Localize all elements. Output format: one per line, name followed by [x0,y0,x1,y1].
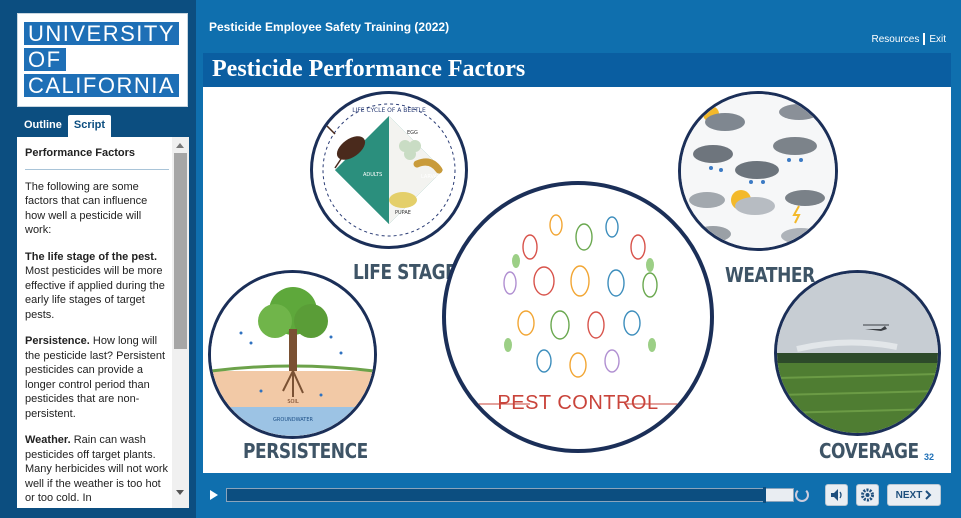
scroll-down-icon[interactable] [176,490,184,495]
caption-persistence: PERSISTENCE [243,439,368,463]
logo-line-1: UNIVERSITY [24,22,180,45]
tab-script[interactable]: Script [67,115,112,137]
script-item-text: How long will the pesticide last? Persis… [25,335,166,420]
life-cycle-title: LIFE CYCLE OF A BEETLE [352,107,426,114]
page-number: 32 [924,452,935,462]
stage-label: LARVAE [421,174,440,180]
exit-link[interactable]: Exit [929,34,946,45]
sidebar-tabs: Outline Script [18,115,112,137]
stage-label: ADULTS [363,172,382,178]
coverage-image [774,270,941,436]
script-item-term: Persistence. [25,335,90,347]
sidebar: UNIVERSITY OF CALIFORNIA Outline Script … [0,0,196,518]
scroll-up-icon[interactable] [176,143,184,148]
caption-weather: WEATHER [725,263,815,287]
resources-link[interactable]: Resources [872,34,920,45]
settings-button[interactable] [856,484,879,506]
tab-outline[interactable]: Outline [18,115,68,137]
script-item-term: The life stage of the pest. [25,250,158,263]
volume-icon [831,489,842,501]
soil-label: SOIL [287,399,299,405]
script-panel: Performance Factors The following are so… [17,137,189,508]
script-item-text: Most pesticides will be more effective i… [25,265,165,321]
script-title: Performance Factors [25,146,169,170]
seek-bar[interactable] [226,487,794,503]
scroll-thumb[interactable] [174,153,187,349]
caption-life-stage: LIFE STAGE [353,260,457,284]
pest-control-label: PEST CONTROL [497,392,659,414]
logo-line-2: OF [24,48,66,71]
script-item: Weather. Rain can wash pesticides off ta… [25,433,169,506]
weather-image [678,91,838,251]
course-title: Pesticide Employee Safety Training (2022… [209,20,450,34]
replay-icon[interactable] [795,488,809,502]
stage-label: PUPAE [395,210,411,216]
script-content: Performance Factors The following are so… [17,137,169,508]
gear-icon [861,488,874,502]
groundwater-label: GROUNDWATER [273,417,313,423]
script-item: The life stage of the pest. Most pestici… [25,250,169,323]
seek-handle[interactable] [762,487,766,503]
logo-line-3: CALIFORNIA [24,74,180,97]
pest-control-image: PEST CONTROL [442,181,714,453]
volume-button[interactable] [825,484,848,506]
script-intro: The following are some factors that can … [25,180,148,237]
chevron-right-icon [925,490,932,500]
script-item: Persistence. How long will the pesticide… [25,334,169,421]
caption-coverage: COVERAGE [819,439,919,463]
script-item-term: Weather. [25,434,71,446]
play-icon[interactable] [205,485,221,505]
script-scrollbar[interactable] [172,137,189,508]
slide-canvas: Pesticide Performance Factors LIFE CYCLE… [203,53,951,473]
stage-label: EGG [407,130,418,136]
university-logo: UNIVERSITY OF CALIFORNIA [17,13,188,107]
slide-title: Pesticide Performance Factors [212,56,526,82]
top-links: Resources Exit [872,33,946,45]
next-button[interactable]: NEXT [887,484,941,506]
next-label: NEXT [895,489,923,501]
link-separator [923,33,926,45]
slide-title-bar: Pesticide Performance Factors [203,53,951,87]
seek-progress [227,489,765,501]
life-stage-image: LIFE CYCLE OF A BEETLE EGG LARVAE ADULTS… [310,91,468,249]
persistence-image: SOIL GROUNDWATER [208,270,377,439]
